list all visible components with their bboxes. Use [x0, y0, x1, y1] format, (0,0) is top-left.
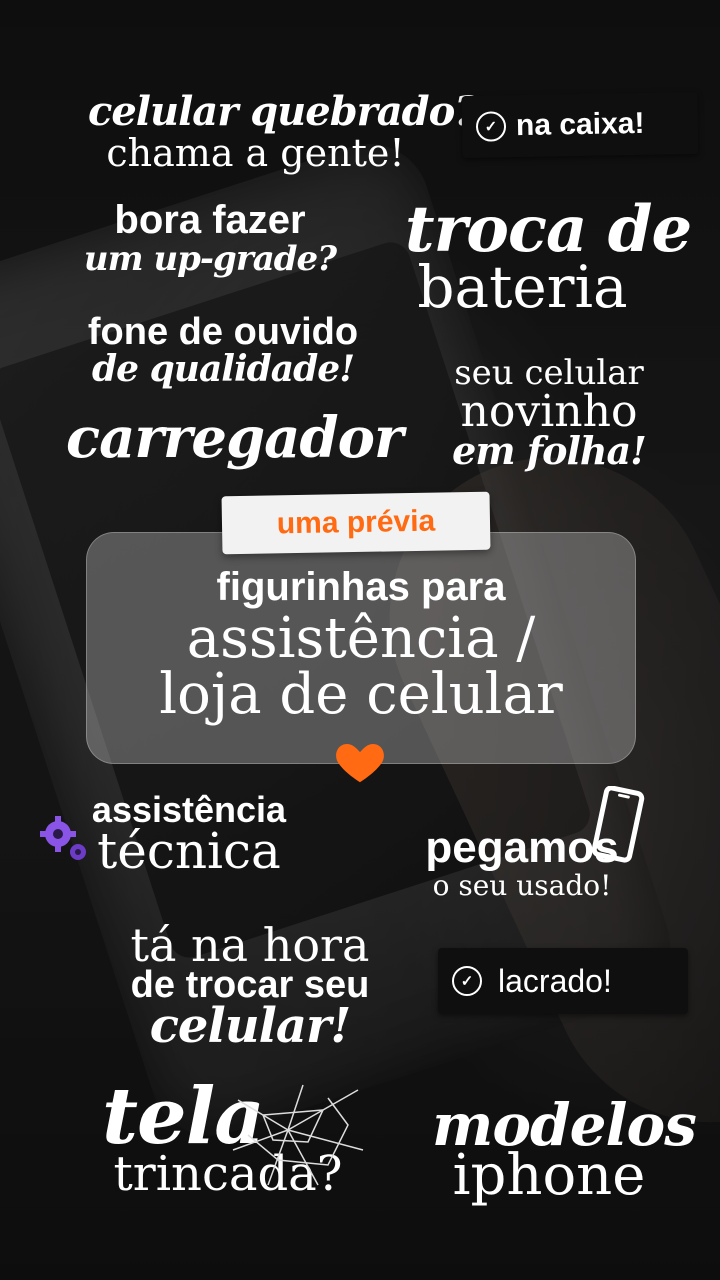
sticker-label: lacrado! — [498, 962, 612, 999]
verified-badge-icon: ✓ — [452, 966, 482, 996]
sticker-line: tá na hora — [130, 918, 370, 972]
sticker-modelos-iphone: modelos iphone — [432, 1096, 697, 1208]
sticker-line: técnica — [97, 822, 281, 880]
verified-badge-icon: ✓ — [475, 111, 507, 142]
sticker-line: iphone — [452, 1143, 646, 1208]
sticker-line: celular! — [149, 998, 352, 1054]
sticker-line: em folha! — [452, 428, 647, 473]
center-card: figurinhas para assistência / loja de ce… — [86, 532, 636, 764]
sticker-line: bora fazer — [114, 198, 306, 242]
heart-icon — [336, 744, 384, 783]
preview-tag: uma prévia — [221, 491, 491, 555]
cracked-glass-icon — [232, 1084, 364, 1186]
sticker-hora-trocar: tá na hora de trocar seu celular! — [92, 922, 408, 1050]
sticker-line: o seu usado! — [432, 869, 612, 902]
sticker-line: celular quebrado? — [88, 88, 478, 135]
center-title-line1: figurinhas para — [216, 565, 506, 609]
sticker-na-caixa: ✓ na caixa! — [461, 91, 699, 159]
sticker-carregador: carregador — [66, 405, 403, 471]
preview-tag-label: uma prévia — [276, 504, 436, 541]
center-title-line3: loja de celular — [159, 662, 563, 727]
center-title-line2: assistência / — [186, 606, 536, 671]
sticker-lacrado: ✓ lacrado! — [438, 948, 688, 1014]
sticker-assistencia-tecnica: assistência técnica — [64, 792, 314, 880]
sticker-novinho: seu celular novinho em folha! — [438, 356, 660, 470]
sticker-upgrade: bora fazer um up-grade? — [80, 200, 340, 276]
sticker-line: chama a gente! — [106, 131, 405, 175]
sticker-line: de qualidade! — [91, 348, 355, 390]
sticker-celular-quebrado: celular quebrado? chama a gente! — [88, 88, 478, 175]
sticker-line: bateria — [417, 253, 628, 321]
sticker-line: fone de ouvido — [87, 311, 359, 353]
phone-outline-icon — [591, 786, 645, 863]
sticker-fone: fone de ouvido de qualidade! — [78, 313, 368, 387]
sticker-label: carregador — [66, 405, 403, 471]
sticker-label: na caixa! — [515, 106, 645, 143]
sticker-line: um up-grade? — [83, 239, 337, 279]
sticker-line: seu celular — [454, 353, 644, 393]
gears-icon — [40, 816, 86, 860]
sticker-troca-bateria: troca de bateria — [405, 198, 692, 321]
